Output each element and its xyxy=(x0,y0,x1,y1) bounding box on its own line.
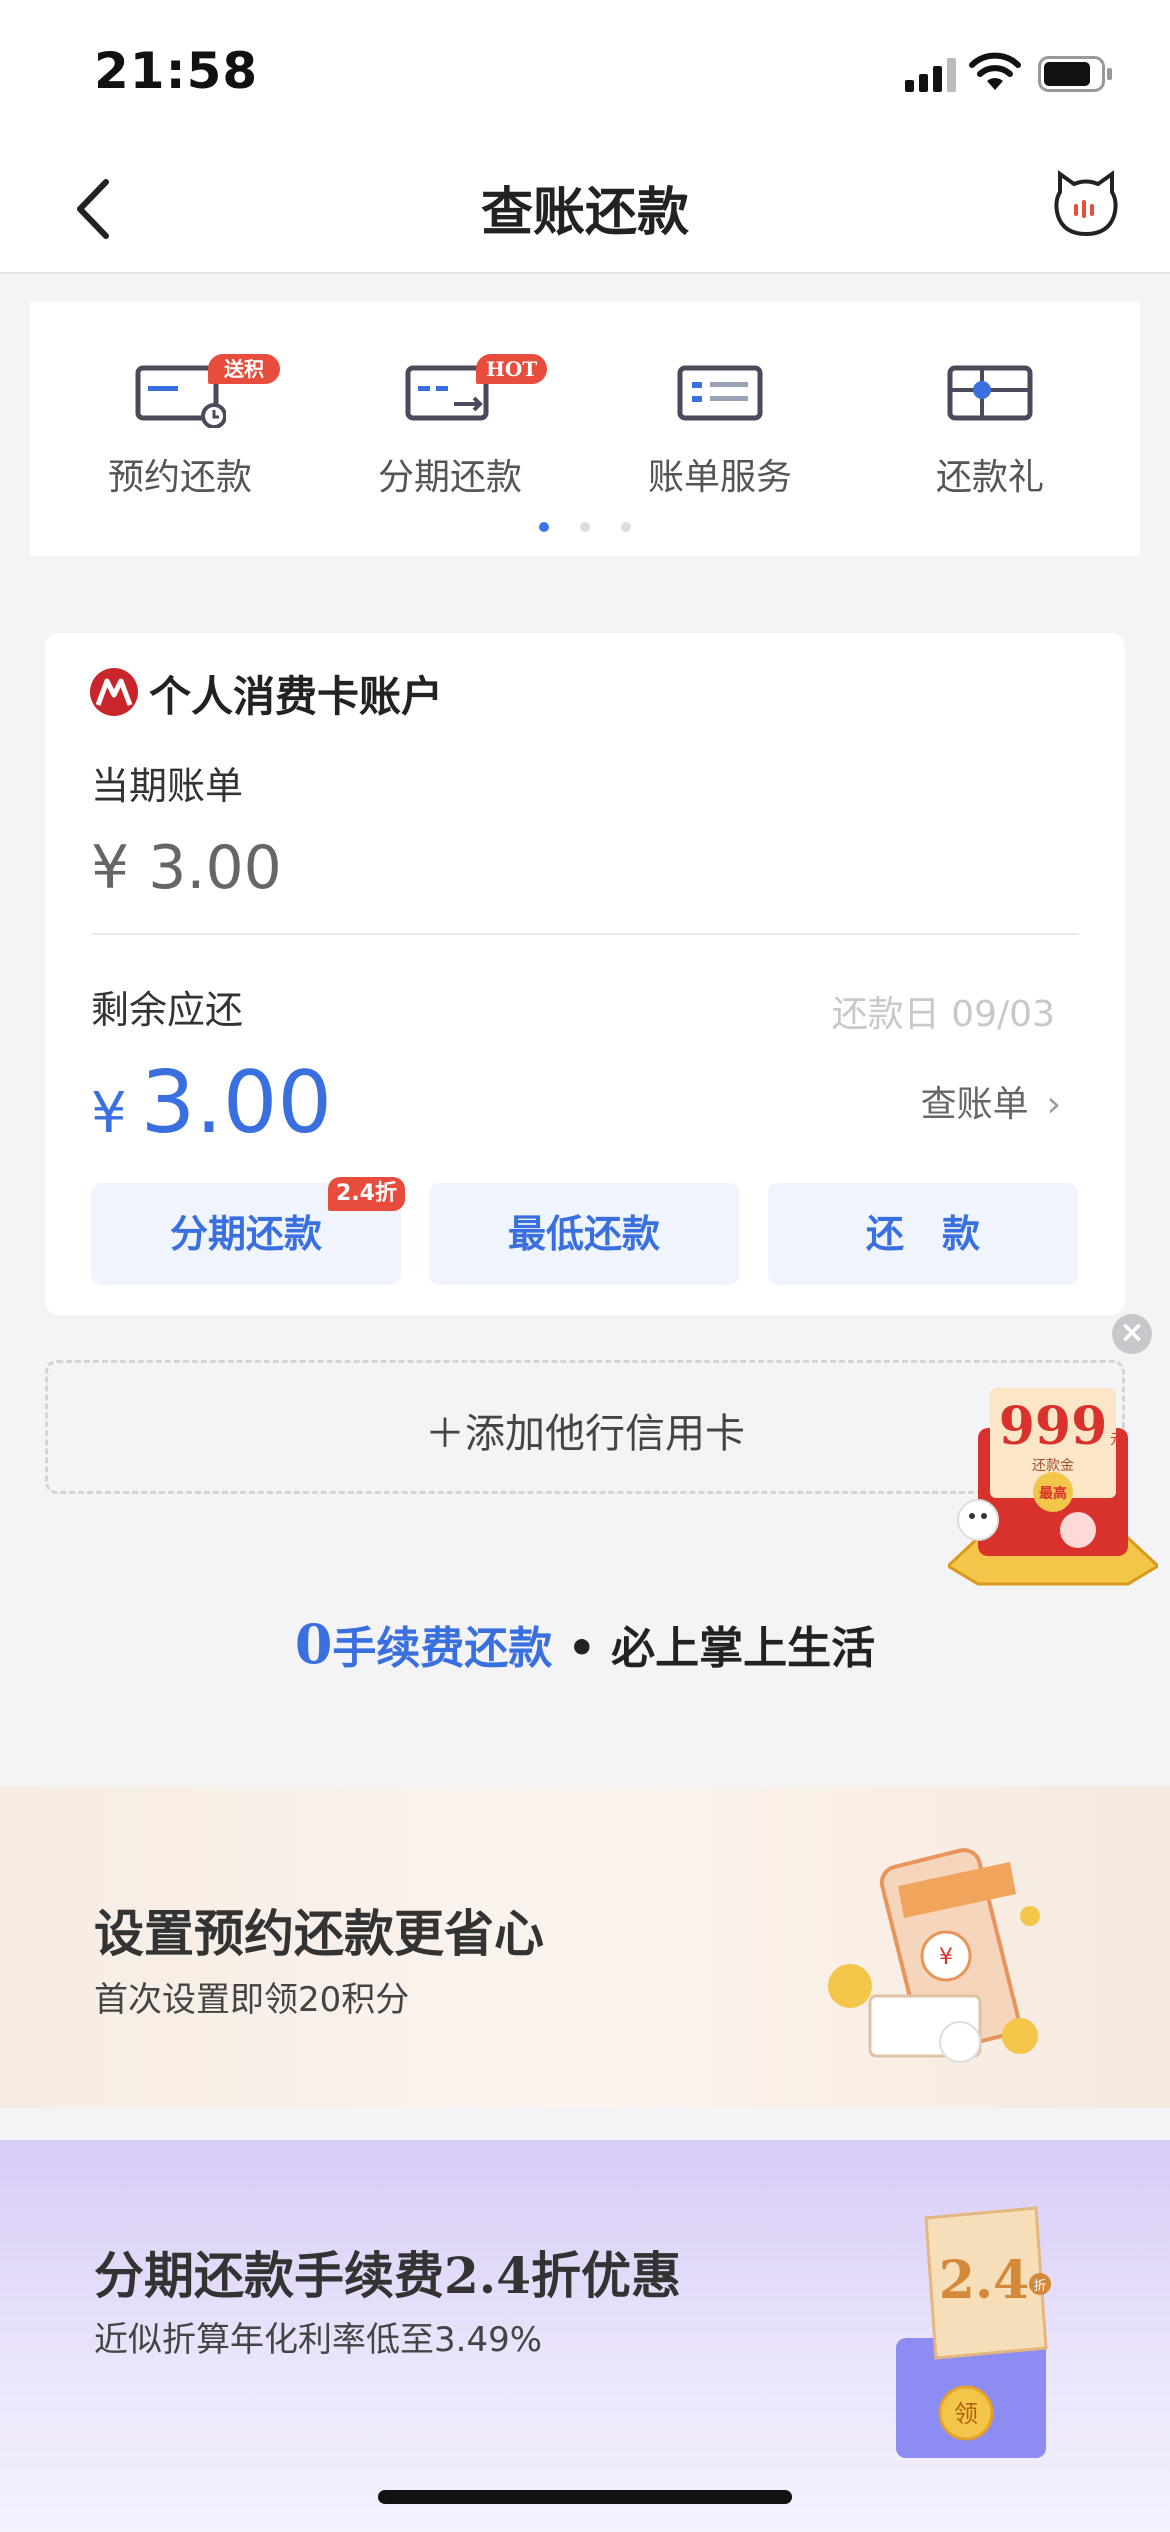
coin-label: 领 xyxy=(954,2400,978,2428)
fee-free-tagline: 0手续费还款 • 必上掌上生活 xyxy=(0,1612,1170,1676)
chevron-right-icon: › xyxy=(1046,1084,1061,1125)
repay-button[interactable]: 还 款 xyxy=(768,1183,1078,1285)
home-indicator[interactable] xyxy=(378,2490,792,2504)
discount-badge: 2.4折 xyxy=(328,1177,405,1211)
page-title: 查账还款 xyxy=(480,183,689,243)
remaining-amount-value: 3.00 xyxy=(140,1053,333,1153)
minimum-repay-label: 最低还款 xyxy=(507,1212,660,1256)
tagline-brand: 必上掌上生活 xyxy=(611,1623,876,1674)
close-promo-button[interactable]: × xyxy=(1112,1314,1152,1354)
quick-action-label: 分期还款 xyxy=(377,457,522,498)
quick-action-bill-service[interactable]: 账单服务 xyxy=(620,302,820,522)
cellular-signal-icon xyxy=(905,58,956,92)
discount-ticket-illustration: 2.4 折 领 xyxy=(896,2206,1051,2458)
page-dot xyxy=(538,522,549,532)
quick-action-installment[interactable]: HOT 分期还款 xyxy=(350,302,550,522)
due-date: 还款日 09/03 xyxy=(831,994,1055,1035)
promo-unit: 元 xyxy=(1110,1432,1124,1448)
bank-logo-icon xyxy=(90,668,138,716)
quick-action-label: 预约还款 xyxy=(107,457,252,498)
page-dot xyxy=(580,522,590,532)
tagline-separator: • xyxy=(552,1623,612,1674)
page-indicator xyxy=(30,517,1140,536)
red-envelope-promo[interactable]: 999 元 还款金 最高 xyxy=(948,1388,1158,1588)
mascot-service-icon[interactable] xyxy=(1052,170,1120,238)
status-time: 21:58 xyxy=(94,42,259,100)
divider xyxy=(91,933,1079,935)
status-bar: 21:58 xyxy=(0,0,1170,140)
quick-action-label: 还款礼 xyxy=(935,457,1044,498)
phone-mascot-illustration: ¥ xyxy=(828,1848,1040,2063)
view-bill-link[interactable]: 查账单 › xyxy=(921,1075,1061,1127)
svg-text:¥: ¥ xyxy=(939,1945,953,1970)
account-name: 个人消费卡账户 xyxy=(149,672,444,721)
installment-repay-label: 分期还款 xyxy=(169,1212,322,1256)
account-card: 个人消费卡账户 当期账单 ¥ 3.00 剩余应还 还款日 09/03 ¥3.00… xyxy=(45,633,1125,1315)
installment-repay-button[interactable]: 分期还款 2.4折 xyxy=(91,1177,405,1285)
minimum-repay-button[interactable]: 最低还款 xyxy=(429,1183,739,1285)
promo-amount: 999 xyxy=(999,1396,1108,1457)
tagline-zero: 0 xyxy=(294,1612,333,1676)
promo-caption: 还款金 xyxy=(1032,1458,1074,1474)
remaining-amount: ¥3.00 xyxy=(91,1053,332,1153)
wifi-icon xyxy=(969,52,1021,90)
current-bill-label: 当期账单 xyxy=(91,764,244,808)
banner-title: 分期还款手续费2.4折优惠 xyxy=(94,2246,681,2305)
quick-action-hot-badge: HOT xyxy=(476,354,548,384)
ticket-value: 2.4 xyxy=(939,2250,1029,2311)
quick-actions-panel: 送积分 预约还款 HOT 分期还款 账单服务 还款礼 xyxy=(30,302,1140,556)
nav-bar: 查账还款 xyxy=(0,140,1170,274)
banner-subtitle: 近似折算年化利率低至3.49% xyxy=(94,2320,543,2360)
battery-icon xyxy=(1038,56,1112,92)
bill-list-icon xyxy=(677,365,763,421)
repay-label: 还 款 xyxy=(865,1212,980,1256)
quick-action-badge: 送积分 xyxy=(208,354,280,411)
page-dot xyxy=(621,522,632,532)
scheduled-repay-banner[interactable]: 设置预约还款更省心 首次设置即领20积分 ¥ xyxy=(0,1786,1170,2108)
ticket-unit: 折 xyxy=(1033,2279,1046,2294)
banner-subtitle: 首次设置即领20积分 xyxy=(94,1980,410,2020)
promo-tag: 最高 xyxy=(1039,1485,1067,1502)
quick-action-repay-gift[interactable]: 还款礼 xyxy=(890,302,1090,522)
view-bill-label: 查账单 xyxy=(920,1084,1029,1125)
banner-title: 设置预约还款更省心 xyxy=(94,1904,544,1963)
current-bill-amount: ¥ 3.00 xyxy=(91,833,282,903)
quick-action-label: 账单服务 xyxy=(647,457,792,498)
tagline-highlight: 手续费还款 xyxy=(332,1623,553,1674)
installment-discount-banner[interactable]: 分期还款手续费2.4折优惠 近似折算年化利率低至3.49% 2.4 折 领 xyxy=(0,2140,1170,2532)
currency-symbol: ¥ xyxy=(91,1081,127,1146)
gift-card-icon xyxy=(947,365,1033,421)
quick-action-scheduled-repay[interactable]: 送积分 预约还款 xyxy=(80,302,280,522)
remaining-label: 剩余应还 xyxy=(91,988,244,1032)
